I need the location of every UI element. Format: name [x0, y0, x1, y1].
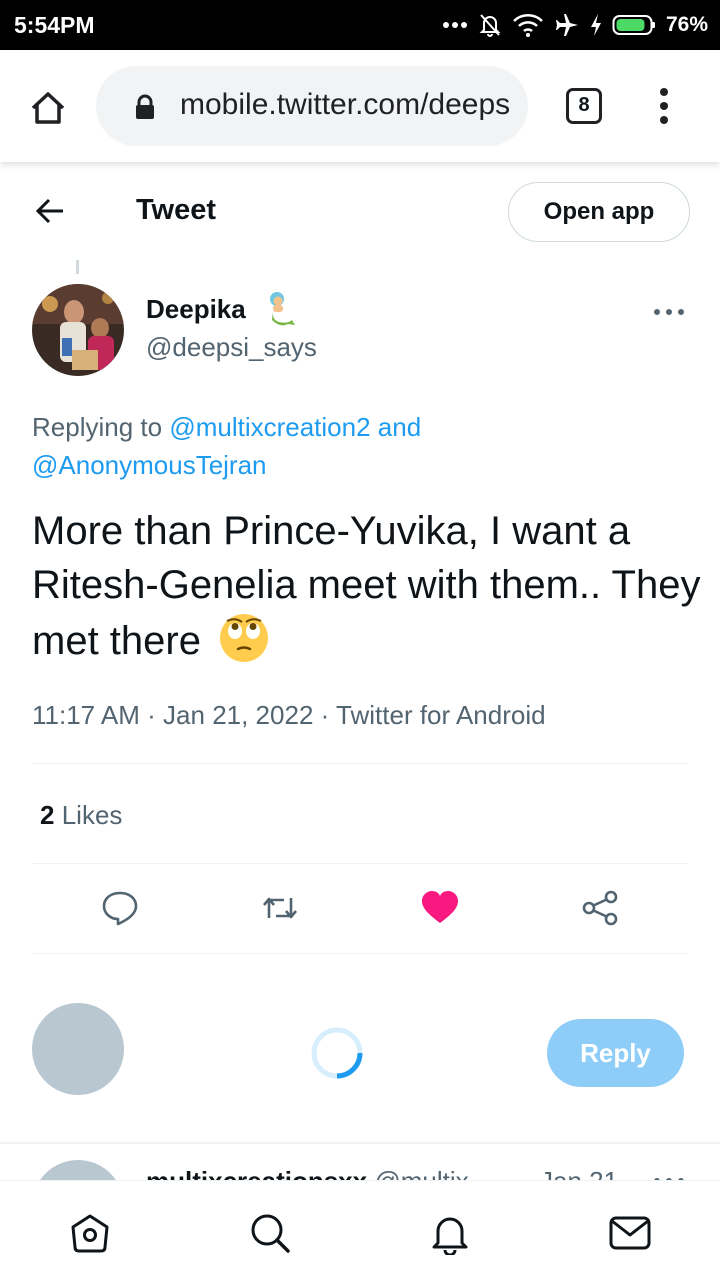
back-arrow-icon [35, 198, 63, 224]
status-icons: 76% [442, 10, 708, 40]
author-name[interactable]: Deepika [146, 294, 246, 325]
address-bar[interactable]: mobile.twitter.com/deepsi_says [96, 66, 528, 146]
tab-switcher-button[interactable]: 8 [566, 88, 602, 124]
page-title: Tweet [136, 194, 217, 226]
divider [32, 863, 688, 864]
rolling-eyes-emoji-icon [220, 614, 269, 662]
loading-spinner-icon [311, 1027, 363, 1079]
charging-icon [590, 14, 601, 36]
tweet-text-container: More than Prince-Yuvika, I want a Ritesh… [32, 504, 702, 668]
reply-user-link-2[interactable]: @AnonymousTejran [32, 450, 267, 480]
lock-icon [136, 94, 154, 119]
home-icon [71, 1214, 109, 1253]
share-button[interactable] [580, 888, 620, 928]
replying-to: Replying to @multixcreation2 and @Anonymo… [32, 408, 672, 484]
browser-menu-button[interactable] [654, 86, 674, 126]
bell-off-icon [479, 14, 501, 37]
composer-avatar [32, 1003, 124, 1095]
tweet-page-header: Tweet Open app [0, 162, 720, 260]
likes-stat[interactable]: 2 Likes [40, 800, 122, 831]
tweet-more-button[interactable] [652, 304, 686, 315]
reply-icon [102, 891, 138, 926]
mermaid-icon [270, 292, 295, 326]
airplane-icon [555, 14, 578, 36]
back-button[interactable] [34, 196, 66, 231]
share-icon [582, 890, 618, 926]
reply-submit-button[interactable]: Reply [547, 1019, 684, 1087]
nav-home[interactable] [68, 1211, 112, 1255]
section-separator [0, 1142, 720, 1144]
tweet-source[interactable]: Twitter for Android [336, 700, 546, 730]
likes-count: 2 [40, 800, 55, 830]
open-app-button[interactable]: Open app [508, 182, 690, 242]
dots-icon [442, 22, 467, 28]
more-horizontal-icon [654, 309, 684, 315]
browser-home-button[interactable] [26, 86, 70, 130]
bottom-navigation [0, 1180, 720, 1280]
like-icon [422, 891, 458, 923]
battery-icon [612, 15, 655, 35]
home-icon [31, 92, 65, 124]
browser-toolbar: mobile.twitter.com/deepsi_says 8 [0, 50, 720, 162]
reply-button[interactable] [100, 888, 140, 928]
nav-messages[interactable] [608, 1211, 652, 1255]
search-icon [251, 1214, 290, 1253]
retweet-icon [263, 897, 297, 919]
nav-notifications[interactable] [428, 1211, 472, 1257]
messages-icon [609, 1216, 651, 1250]
status-time: 5:54PM [14, 12, 95, 38]
likes-label: Likes [61, 800, 123, 830]
battery-percent: 76% [665, 13, 708, 36]
author-avatar[interactable] [32, 284, 124, 376]
author-handle[interactable]: @deepsi_says [146, 332, 317, 363]
wifi-icon [513, 14, 543, 37]
tweet-date[interactable]: Jan 21, 2022 [163, 700, 313, 730]
notifications-icon [432, 1217, 468, 1257]
tweet-time[interactable]: 11:17 AM [32, 700, 140, 730]
avatar-photo [32, 284, 124, 376]
tweet-text: More than Prince-Yuvika, I want a Ritesh… [32, 509, 701, 663]
thread-connector [76, 260, 79, 274]
status-bar: 5:54PM 76% [0, 0, 720, 50]
more-vertical-icon [660, 88, 668, 124]
nav-search[interactable] [248, 1211, 292, 1255]
retweet-button[interactable] [260, 888, 300, 928]
divider [32, 763, 688, 764]
url-text[interactable]: mobile.twitter.com/deepsi_says [180, 88, 510, 122]
like-button[interactable] [420, 888, 460, 928]
tweet-meta: 11:17 AM · Jan 21, 2022 · Twitter for An… [32, 700, 546, 730]
replying-prefix: Replying to [32, 412, 170, 442]
reply-user-link-1[interactable]: @multixcreation2 [169, 412, 370, 442]
divider [32, 953, 688, 954]
reply-and: and [370, 412, 422, 442]
